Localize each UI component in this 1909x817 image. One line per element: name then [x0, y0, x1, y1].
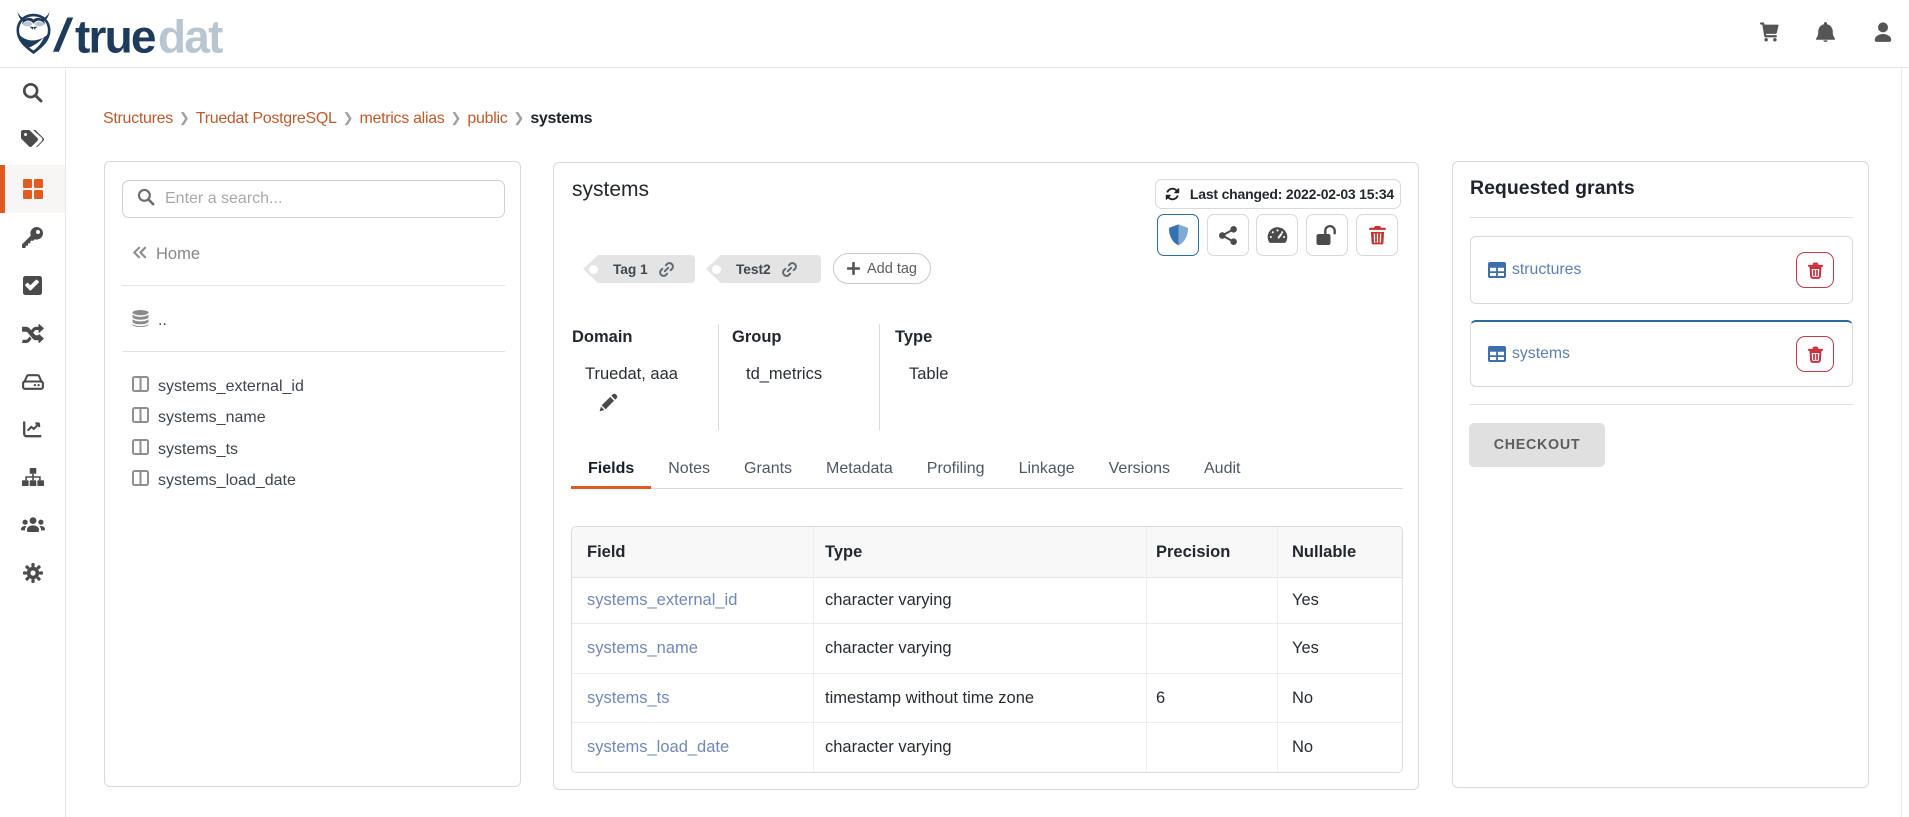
svg-text:true: true [75, 11, 156, 57]
svg-text:dat: dat [158, 11, 223, 57]
